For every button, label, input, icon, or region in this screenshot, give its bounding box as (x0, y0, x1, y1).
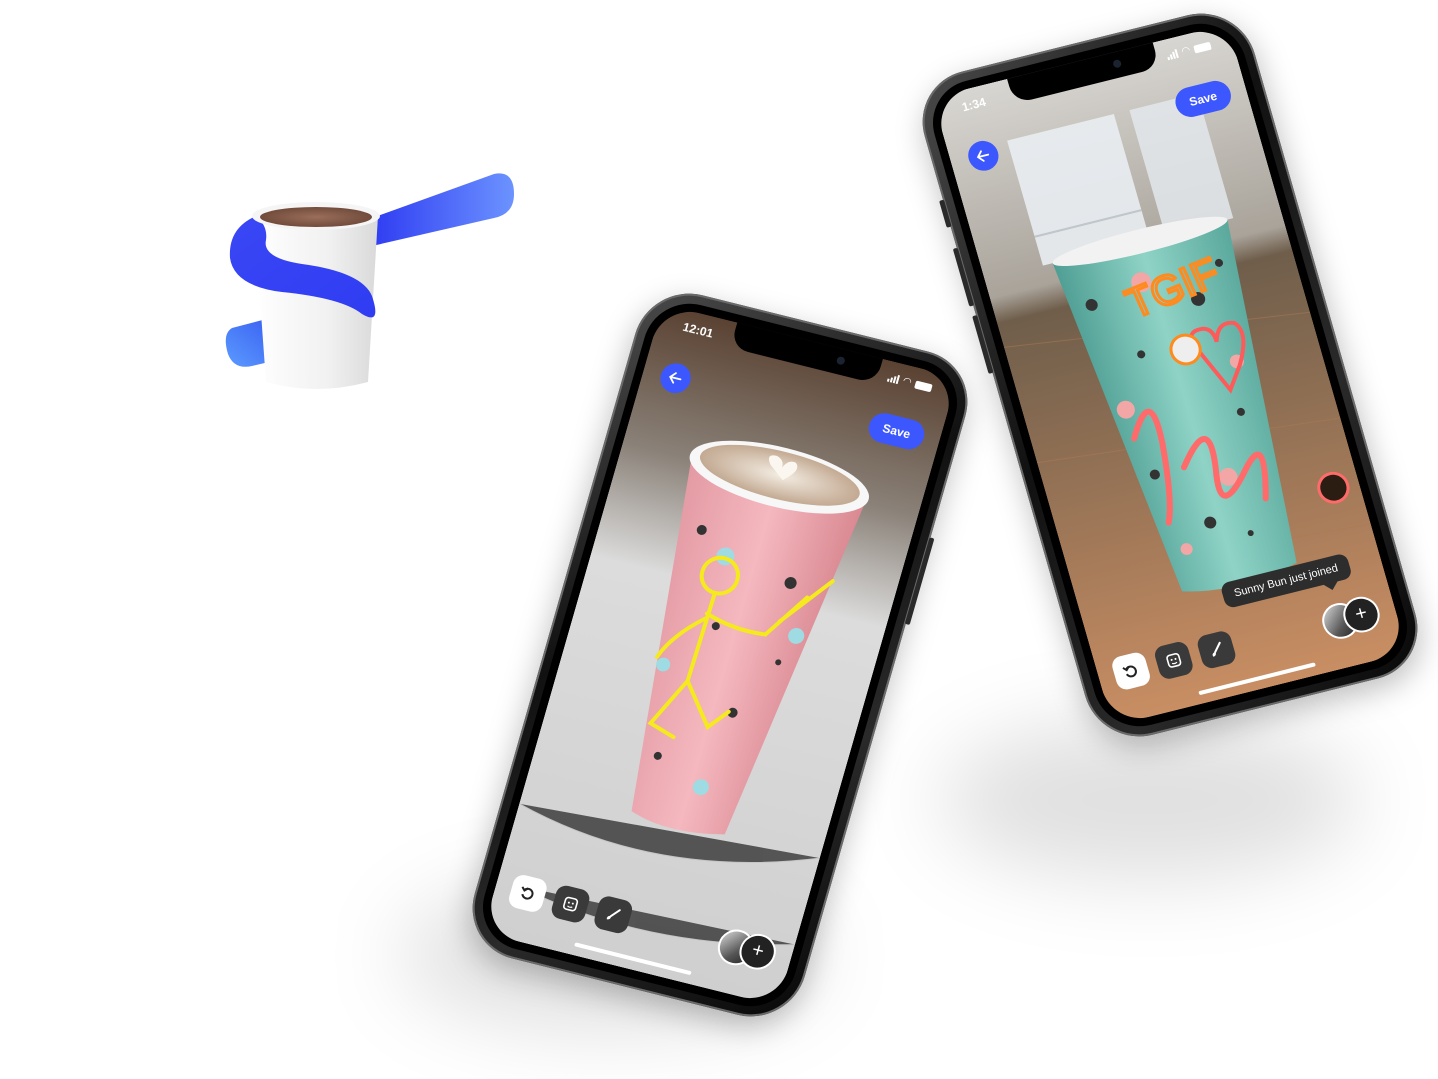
sticker-icon (1166, 653, 1182, 668)
mute-switch (939, 199, 952, 228)
phone-front: 12:01 ◠ Save + (459, 282, 981, 1028)
arrow-left-icon (976, 150, 990, 162)
undo-button[interactable] (506, 872, 550, 914)
phone-back-shadow (940, 720, 1360, 880)
signal-icon (1166, 48, 1180, 61)
front-camera (1112, 58, 1123, 69)
sticker-button[interactable] (1152, 639, 1196, 681)
scene: TGIF 1:34 ◠ Save Sunny Bun just joined +… (0, 0, 1438, 1079)
wifi-icon: ◠ (1180, 44, 1192, 58)
brush-icon (606, 909, 621, 920)
brush-icon (1212, 641, 1221, 657)
signal-icon (887, 373, 901, 385)
sticker-icon (562, 896, 579, 912)
front-camera (835, 355, 846, 366)
undo-icon (521, 886, 534, 900)
undo-icon (1122, 665, 1137, 678)
phone-back: TGIF 1:34 ◠ Save Sunny Bun just joined + (909, 2, 1431, 748)
sticker-button[interactable] (549, 883, 592, 925)
brush-button[interactable] (1195, 629, 1238, 671)
battery-icon (914, 380, 933, 392)
brush-button[interactable] (592, 894, 635, 936)
app-logo (225, 173, 514, 389)
arrow-left-icon (669, 372, 682, 384)
wifi-icon: ◠ (901, 375, 913, 389)
